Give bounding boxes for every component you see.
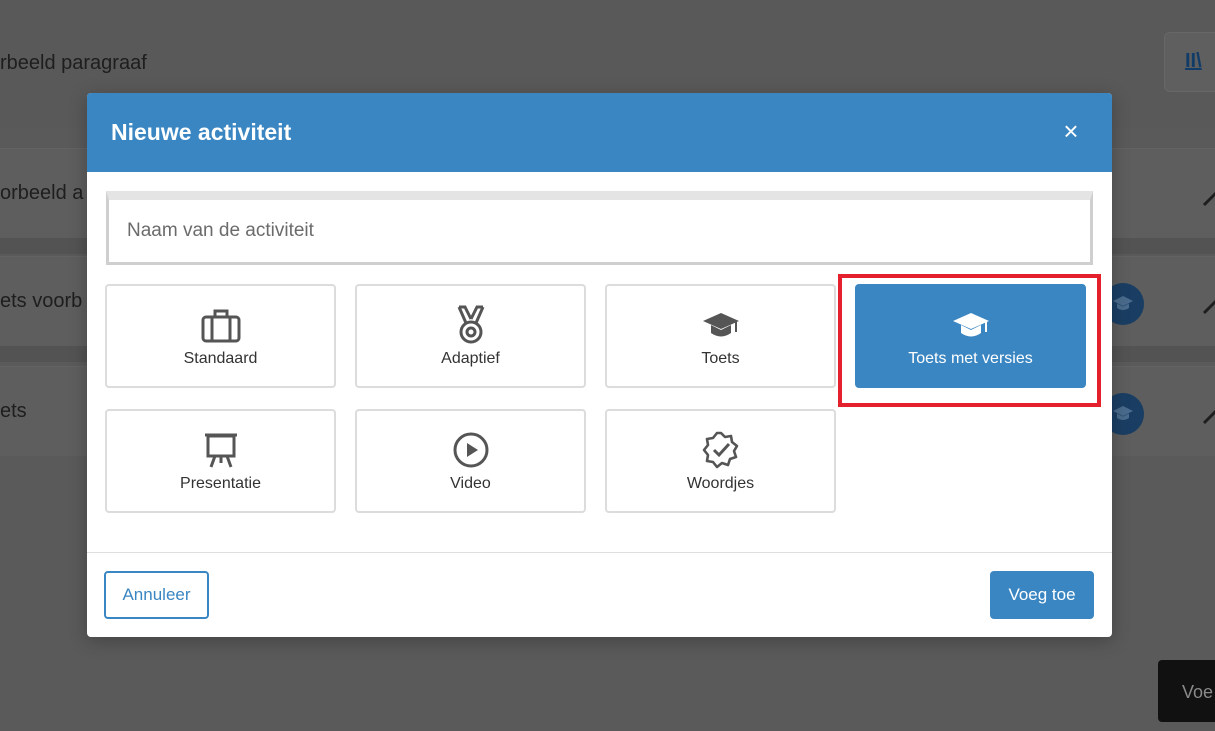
modal-header: Nieuwe activiteit ×	[87, 93, 1112, 172]
activity-type-adaptief[interactable]: Adaptief	[355, 284, 586, 388]
activity-name-input[interactable]	[106, 191, 1093, 265]
graduation-cap-icon	[952, 313, 989, 337]
play-circle-icon	[453, 432, 488, 468]
activity-type-label: Presentatie	[180, 475, 261, 492]
graduation-cap-icon	[702, 313, 739, 337]
activity-type-standaard[interactable]: Standaard	[105, 284, 336, 388]
activity-type-label: Adaptief	[441, 350, 500, 367]
activity-type-video[interactable]: Video	[355, 409, 586, 513]
pencil-icon	[1200, 397, 1215, 427]
activity-type-label: Standaard	[183, 350, 258, 367]
activity-type-toets-met-versies[interactable]: Toets met versies	[855, 284, 1086, 388]
new-activity-modal: Nieuwe activiteit × Standaard Adaptief T…	[87, 93, 1112, 637]
activity-type-label: Toets met versies	[908, 350, 1033, 367]
background-row-text: ets voorb	[0, 290, 83, 312]
background-top-button: II\	[1164, 32, 1215, 92]
modal-title: Nieuwe activiteit	[111, 119, 292, 145]
background-top-button-label: II\	[1185, 50, 1202, 72]
activity-type-label: Toets	[701, 350, 740, 367]
activity-type-presentatie[interactable]: Presentatie	[105, 409, 336, 513]
activity-type-toets[interactable]: Toets	[605, 284, 836, 388]
activity-type-label: Woordjes	[686, 475, 755, 492]
background-page-title: rbeeld paragraaf	[0, 52, 147, 74]
activity-type-woordjes[interactable]: Woordjes	[605, 409, 836, 513]
modal-footer-divider	[87, 552, 1112, 553]
background-row-text: ets	[0, 400, 27, 422]
activity-type-label: Video	[450, 475, 491, 492]
medal-icon	[457, 305, 484, 344]
pencil-icon	[1200, 287, 1215, 317]
close-icon[interactable]: ×	[1058, 118, 1084, 144]
background-add-button: Voe	[1158, 660, 1215, 722]
pencil-icon	[1200, 179, 1215, 209]
briefcase-icon	[201, 309, 240, 343]
background-row-text: orbeeld a	[0, 182, 84, 204]
presentation-board-icon	[204, 433, 237, 468]
cancel-button[interactable]: Annuleer	[104, 571, 209, 619]
add-activity-button[interactable]: Voeg toe	[990, 571, 1094, 619]
badge-check-icon	[702, 431, 738, 469]
